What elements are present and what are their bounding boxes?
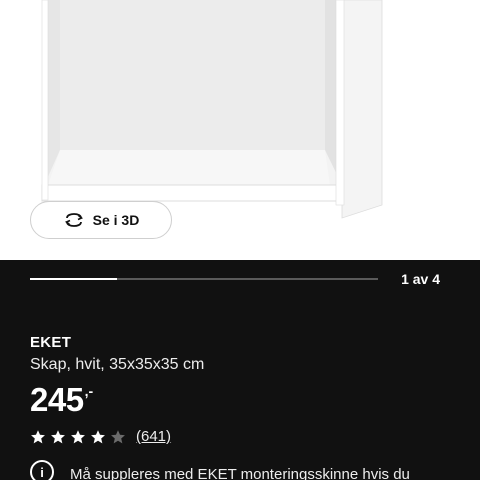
price-amount: 245 bbox=[30, 381, 84, 418]
product-rating[interactable]: (641) bbox=[30, 428, 171, 445]
view-in-3d-label: Se i 3D bbox=[92, 212, 140, 228]
image-counter: 1 av 4 bbox=[401, 271, 440, 287]
info-icon: i bbox=[30, 460, 54, 480]
price-suffix: ,- bbox=[84, 383, 94, 399]
product-description: Skap, hvit, 35x35x35 cm bbox=[30, 356, 205, 373]
image-carousel-progress bbox=[30, 278, 378, 280]
assembly-notice-text: Må suppleres med EKET monteringsskinne h… bbox=[70, 466, 410, 480]
star-filled-icon bbox=[51, 429, 65, 443]
star-empty-icon bbox=[111, 429, 125, 443]
star-filled-icon bbox=[91, 429, 105, 443]
product-image-area: Se i 3D bbox=[0, 0, 480, 260]
star-filled-icon bbox=[31, 429, 45, 443]
star-filled-icon bbox=[71, 429, 85, 443]
rotate-3d-icon bbox=[64, 213, 83, 227]
product-price: 245 ,- bbox=[30, 380, 93, 420]
image-carousel-progress-fill bbox=[30, 278, 117, 280]
review-count-link[interactable]: (641) bbox=[136, 428, 171, 445]
product-name: EKET bbox=[30, 334, 72, 351]
assembly-notice: i Må suppleres med EKET monteringsskinne… bbox=[30, 460, 410, 480]
product-info-panel: 1 av 4 EKET Skap, hvit, 35x35x35 cm 245 … bbox=[0, 260, 480, 480]
view-in-3d-button[interactable]: Se i 3D bbox=[30, 201, 172, 239]
